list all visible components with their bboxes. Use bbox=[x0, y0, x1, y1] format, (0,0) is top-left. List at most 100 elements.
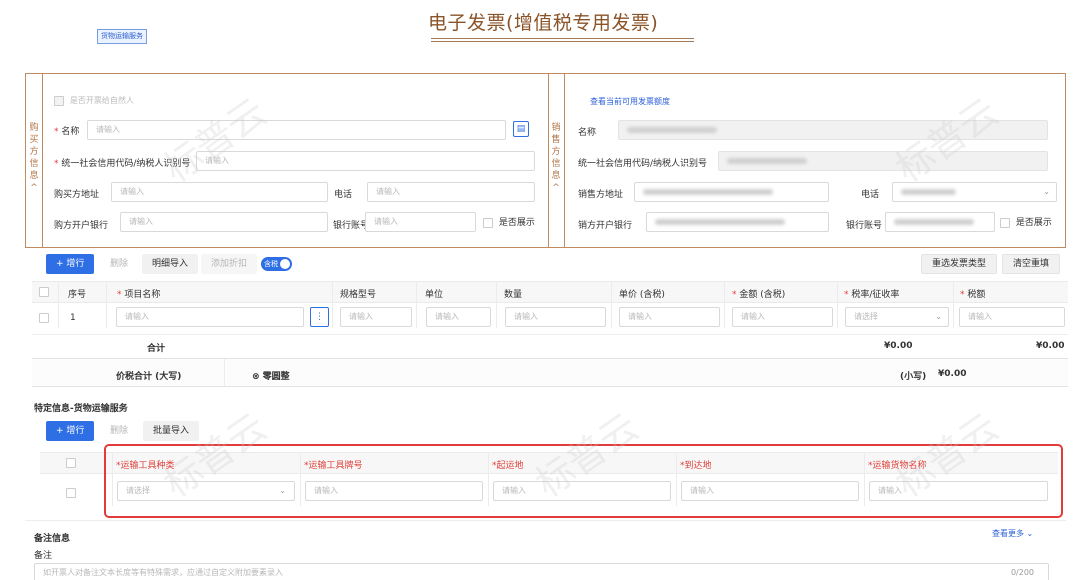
invoice-type-tag: 货物运输服务 bbox=[97, 29, 147, 44]
transport-section-title: 特定信息-货物运输服务 bbox=[34, 404, 128, 414]
amount-input[interactable]: 请输入 bbox=[732, 307, 833, 327]
row-index: 1 bbox=[70, 313, 76, 323]
buyer-address-input[interactable]: 请输入 bbox=[111, 182, 328, 202]
buyer-account-label: 银行账号 bbox=[333, 221, 370, 231]
transport-select-all-checkbox[interactable] bbox=[66, 458, 76, 468]
natural-person-checkbox[interactable] bbox=[54, 95, 64, 106]
delete-row-button[interactable]: 删除 bbox=[100, 254, 138, 274]
buyer-name-input[interactable]: 请输入 bbox=[87, 120, 506, 140]
chevron-down-icon: ⌄ bbox=[1026, 529, 1034, 538]
seller-side-border bbox=[564, 73, 565, 248]
col-divider bbox=[332, 281, 333, 328]
transport-row-checkbox[interactable] bbox=[66, 488, 76, 498]
transport-add-row-button[interactable]: + 增行 bbox=[46, 421, 95, 441]
col-divider bbox=[724, 281, 725, 328]
seller-taxid-label: 统一社会信用代码/纳税人识别号 bbox=[578, 159, 708, 169]
seller-side-label[interactable]: 销售方信息 ^ bbox=[548, 122, 564, 194]
grand-total-small-label: (小写) bbox=[900, 372, 927, 382]
view-more-link[interactable]: 查看更多 ⌄ bbox=[992, 528, 1033, 539]
seller-show-option[interactable]: 是否展示 bbox=[1000, 215, 1052, 228]
subtotal-label: 合计 bbox=[147, 344, 166, 354]
seller-name-label: 名称 bbox=[578, 128, 597, 138]
chevron-down-icon: ⌄ bbox=[1043, 187, 1050, 196]
seller-address-label: 销售方地址 bbox=[578, 190, 624, 200]
item-name-input[interactable]: 请输入 bbox=[116, 307, 304, 327]
buyer-taxid-label: * 统一社会信用代码/纳税人识别号 bbox=[54, 159, 191, 169]
spec-input[interactable]: 请输入 bbox=[340, 307, 412, 327]
title-underline bbox=[431, 38, 694, 39]
seller-account-label: 银行账号 bbox=[846, 221, 883, 231]
qty-input[interactable]: 请输入 bbox=[505, 307, 606, 327]
price-input[interactable]: 请输入 bbox=[619, 307, 720, 327]
col-divider bbox=[837, 281, 838, 328]
seller-bank-input[interactable] bbox=[646, 212, 829, 232]
tax-rate-select[interactable]: 请选择 ⌄ bbox=[845, 307, 949, 327]
row-checkbox[interactable] bbox=[39, 313, 49, 323]
highlight-box bbox=[104, 444, 1063, 518]
quota-link[interactable]: 查看当前可用发票额度 bbox=[590, 96, 670, 107]
seller-account-input[interactable] bbox=[885, 212, 995, 232]
buyer-name-label: * 名称 bbox=[54, 127, 80, 137]
buyer-lookup-icon[interactable]: ▤ bbox=[513, 121, 529, 137]
invoice-form: 货物运输服务 电子发票(增值税专用发票) 购买方信息 ^ 销售方信息 ^ 是否开票给… bbox=[8, 0, 1072, 580]
grand-total-small: ¥0.00 bbox=[938, 369, 967, 379]
col-item-name: * 项目名称 bbox=[117, 290, 161, 300]
seller-name-input bbox=[618, 120, 1048, 140]
row-divider bbox=[32, 334, 1068, 335]
add-row-button[interactable]: + 增行 bbox=[46, 254, 95, 274]
col-qty: 数量 bbox=[504, 290, 523, 300]
transport-delete-button[interactable]: 删除 bbox=[100, 421, 138, 441]
subtotal-amount: ¥0.00 bbox=[884, 341, 913, 351]
seller-taxid-input bbox=[718, 151, 1048, 171]
remarks-textarea[interactable]: 如开票人对备注文本长度等有特殊需求，应通过自定义附加要素录入 0/200 bbox=[34, 563, 1049, 580]
col-index: 序号 bbox=[68, 290, 87, 300]
grand-total-label: 价税合计 (大写) bbox=[116, 372, 182, 382]
col-rate: * 税率/征收率 bbox=[844, 290, 900, 300]
natural-person-option[interactable]: 是否开票给自然人 bbox=[54, 95, 134, 106]
clear-form-button[interactable]: 清空重填 bbox=[1002, 254, 1061, 274]
col-unit: 单位 bbox=[425, 290, 444, 300]
buyer-phone-label: 电话 bbox=[334, 190, 353, 200]
buyer-bank-label: 购方开户银行 bbox=[54, 221, 109, 231]
col-divider bbox=[58, 281, 59, 328]
detail-import-button[interactable]: 明细导入 bbox=[142, 254, 199, 274]
buyer-bank-input[interactable]: 请输入 bbox=[120, 212, 328, 232]
row-divider bbox=[25, 520, 1066, 521]
row-divider bbox=[32, 386, 1068, 387]
col-spec: 规格型号 bbox=[340, 290, 377, 300]
seller-address-input[interactable] bbox=[634, 182, 829, 202]
subtotal-tax: ¥0.00 bbox=[1036, 341, 1065, 351]
col-divider bbox=[416, 281, 417, 328]
col-divider bbox=[496, 281, 497, 328]
buyer-show-checkbox[interactable] bbox=[483, 217, 493, 228]
seller-show-checkbox[interactable] bbox=[1000, 217, 1010, 228]
reselect-invoice-type-button[interactable]: 重选发票类型 bbox=[921, 254, 998, 274]
add-discount-button[interactable]: 添加折扣 bbox=[201, 254, 258, 274]
col-tax: * 税额 bbox=[960, 290, 986, 300]
col-price: 单价 (含税) bbox=[619, 290, 665, 300]
buyer-side-label[interactable]: 购买方信息 ^ bbox=[26, 122, 42, 194]
tax-input[interactable]: 请输入 bbox=[959, 307, 1065, 327]
grand-total-words: ⊗ 零圆整 bbox=[252, 372, 290, 382]
title-underline bbox=[431, 41, 694, 42]
col-amount: * 金额 (含税) bbox=[732, 290, 786, 300]
buyer-side-border bbox=[42, 73, 43, 248]
item-lookup-icon[interactable]: ⋮ bbox=[310, 307, 329, 327]
buyer-show-option[interactable]: 是否展示 bbox=[483, 215, 535, 228]
remarks-label: 备注 bbox=[34, 551, 53, 561]
page-title: 电子发票(增值税专用发票) bbox=[428, 12, 659, 34]
buyer-phone-input[interactable]: 请输入 bbox=[367, 182, 535, 202]
tax-included-toggle[interactable]: 含税 bbox=[261, 257, 292, 271]
seller-phone-label: 电话 bbox=[861, 190, 880, 200]
unit-input[interactable]: 请输入 bbox=[426, 307, 491, 327]
col-divider bbox=[224, 359, 225, 386]
select-all-checkbox[interactable] bbox=[39, 287, 49, 297]
items-table-header: 序号 * 项目名称 规格型号 单位 数量 单价 (含税) * 金额 (含税) *… bbox=[32, 281, 1068, 303]
col-divider bbox=[611, 281, 612, 328]
buyer-account-input[interactable]: 请输入 bbox=[365, 212, 476, 232]
col-divider bbox=[953, 281, 954, 328]
buyer-taxid-input[interactable]: 请输入 bbox=[196, 151, 535, 171]
transport-batch-import-button[interactable]: 批量导入 bbox=[143, 421, 200, 441]
col-divider bbox=[106, 281, 107, 328]
seller-phone-select[interactable]: ⌄ bbox=[892, 182, 1057, 202]
